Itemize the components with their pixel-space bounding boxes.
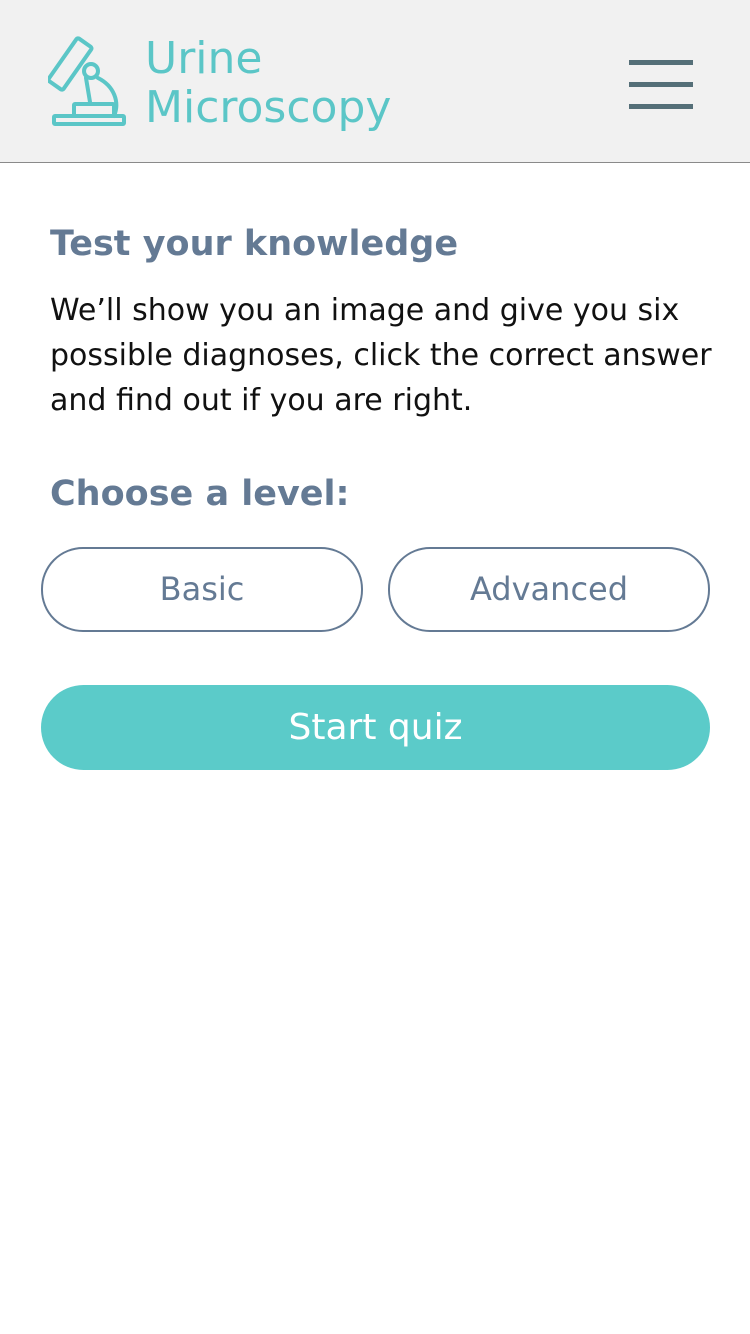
menu-bar <box>629 82 693 87</box>
hamburger-menu-icon[interactable] <box>627 58 695 112</box>
section-heading: Test your knowledge <box>50 224 459 264</box>
app-title: Urine Microscopy <box>145 34 391 132</box>
microscope-icon <box>48 36 126 126</box>
level-basic-button[interactable]: Basic <box>41 547 363 632</box>
menu-bar <box>629 60 693 65</box>
start-quiz-button[interactable]: Start quiz <box>41 685 710 770</box>
app-title-line1: Urine <box>145 33 263 84</box>
level-heading: Choose a level: <box>50 474 350 514</box>
menu-bar <box>629 104 693 109</box>
app-title-line2: Microscopy <box>145 82 392 133</box>
app-header: Urine Microscopy <box>0 0 750 163</box>
level-advanced-button[interactable]: Advanced <box>388 547 710 632</box>
intro-description: We’ll show you an image and give you six… <box>50 293 712 418</box>
